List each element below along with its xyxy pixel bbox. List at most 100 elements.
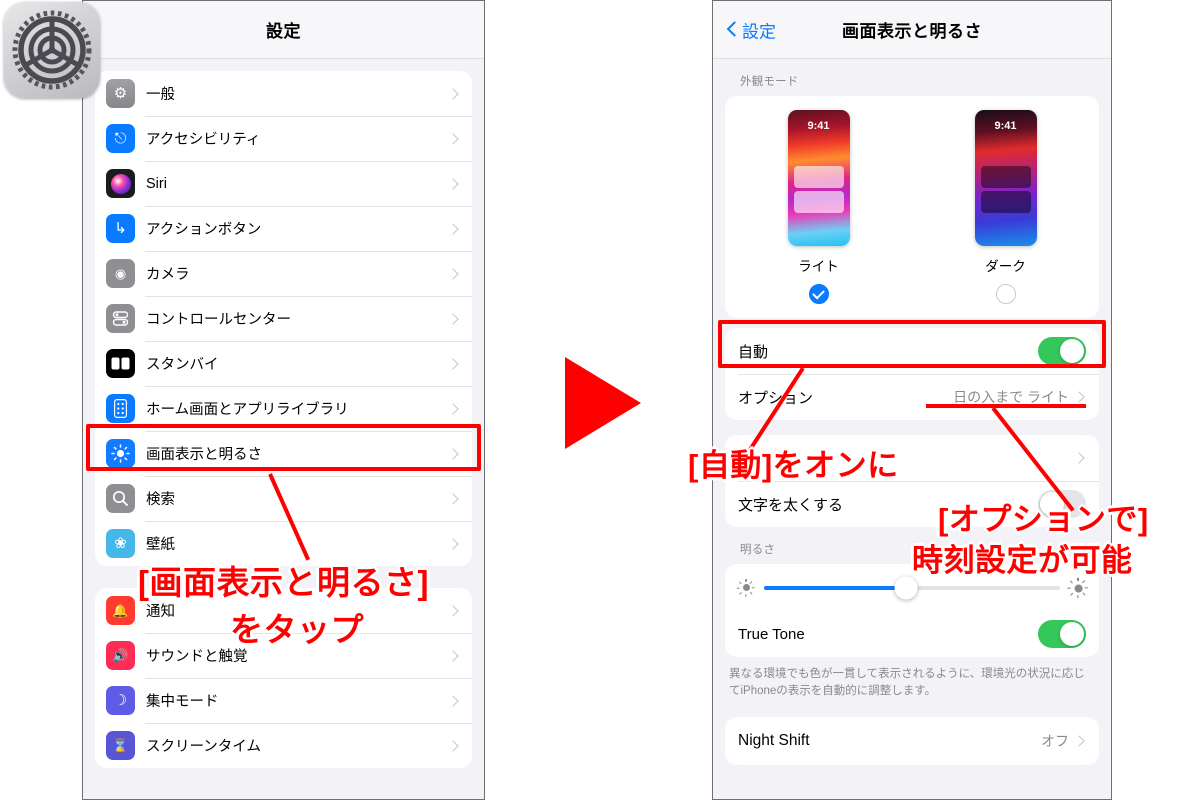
- sidebar-item-standby[interactable]: スタンバイ: [95, 341, 472, 386]
- search-icon: [106, 484, 135, 513]
- back-button-label: 設定: [742, 22, 776, 41]
- chevron-right-icon: [1073, 452, 1085, 464]
- dark-mode-radio[interactable]: [995, 284, 1016, 304]
- brightness-track[interactable]: [764, 576, 1060, 599]
- auto-row[interactable]: 自動: [725, 328, 1099, 374]
- chevron-right-icon: [447, 492, 459, 505]
- home-screen-icon: [106, 394, 135, 423]
- chevron-right-icon: [447, 267, 459, 280]
- options-value: 日の入まで ライト: [953, 389, 1069, 405]
- sidebar-item-focus[interactable]: ☽ 集中モード: [95, 678, 472, 723]
- dark-mode-label: ダーク: [985, 259, 1026, 274]
- chevron-left-icon: [727, 21, 737, 39]
- night-shift-value: オフ: [1041, 732, 1069, 749]
- chevron-right-icon: [447, 177, 459, 190]
- row-label: ホーム画面とアプリライブラリ: [146, 402, 349, 418]
- row-label: 一般: [146, 87, 175, 103]
- row-label: カメラ: [146, 267, 190, 283]
- siri-icon: [106, 169, 135, 198]
- row-label: 集中モード: [146, 694, 219, 710]
- row-label: 画面表示と明るさ: [146, 447, 262, 463]
- light-mode-preview: 9:41: [787, 110, 850, 246]
- sidebar-item-screen-time[interactable]: ⌛ スクリーンタイム: [95, 723, 472, 768]
- page-title: 画面表示と明るさ: [842, 22, 982, 41]
- sidebar-item-general[interactable]: ⚙ 一般: [95, 71, 472, 116]
- sounds-haptics-icon: 🔊: [106, 641, 135, 670]
- true-tone-label: True Tone: [738, 625, 805, 643]
- sidebar-item-action-button[interactable]: ↳ アクションボタン: [95, 206, 472, 251]
- chevron-right-icon: [447, 604, 459, 617]
- sidebar-item-control-center[interactable]: コントロールセンター: [95, 296, 472, 341]
- chevron-right-icon: [447, 537, 459, 550]
- chevron-right-icon: [447, 312, 459, 325]
- light-mode-label: ライト: [798, 259, 839, 274]
- row-label: アクションボタン: [146, 222, 262, 238]
- page-title: 設定: [266, 22, 301, 41]
- night-shift-card: Night Shift オフ: [725, 716, 1099, 765]
- chevron-right-icon: [1073, 734, 1085, 747]
- screen-time-icon: ⌛: [106, 731, 135, 760]
- chevron-right-icon: [447, 694, 459, 707]
- dark-mode-preview: 9:41: [974, 110, 1037, 246]
- row-label: スタンバイ: [146, 357, 219, 373]
- row-label: スクリーンタイム: [146, 739, 261, 755]
- sun-dim-icon: [737, 578, 756, 597]
- auto-options-card: 自動 オプション 日の入まで ライト: [725, 328, 1099, 420]
- annotation-options-line1: [オプションで]: [938, 502, 1149, 537]
- row-label: 検索: [146, 492, 175, 508]
- appearance-mode-card: 9:41 ライト 9:41 ダーク: [725, 96, 1099, 318]
- light-mode-radio[interactable]: [808, 284, 829, 304]
- row-label: アクセシビリティ: [146, 132, 261, 148]
- gear-icon: ⚙: [106, 79, 135, 108]
- display-brightness-icon: [106, 439, 135, 468]
- preview-time: 9:41: [994, 120, 1017, 132]
- night-shift-row[interactable]: Night Shift オフ: [725, 717, 1099, 765]
- appearance-mode-dark[interactable]: 9:41 ダーク: [974, 110, 1037, 304]
- annotation-auto-on: [自動]をオンに: [688, 448, 899, 483]
- chevron-right-icon: [447, 402, 459, 415]
- chevron-right-icon: [447, 87, 459, 100]
- annotation-tap-display-line1: [画面表示と明るさ]: [138, 564, 429, 601]
- sidebar-item-accessibility[interactable]: ⎋ アクセシビリティ: [95, 116, 472, 161]
- back-button[interactable]: 設定: [727, 17, 776, 42]
- display-brightness-screen: 設定 画面表示と明るさ 外観モード 9:41 ライト 9:41 ダーク 自動 オ…: [712, 0, 1112, 800]
- control-center-icon: [106, 304, 135, 333]
- auto-label: 自動: [738, 343, 769, 361]
- chevron-right-icon: [447, 132, 459, 145]
- row-label: コントロールセンター: [146, 312, 291, 328]
- sidebar-item-display-brightness[interactable]: 画面表示と明るさ: [95, 431, 472, 476]
- sun-bright-icon: [1067, 577, 1089, 598]
- true-tone-footnote: 異なる環境でも色が一貫して表示されるように、環境光の状況に応じてiPhoneの表…: [729, 668, 1085, 698]
- true-tone-toggle[interactable]: [1038, 620, 1086, 648]
- wallpaper-icon: ❀: [106, 529, 135, 558]
- accessibility-icon: ⎋: [106, 124, 135, 153]
- chevron-right-icon: [447, 447, 459, 460]
- row-label: 壁紙: [146, 537, 175, 553]
- appearance-mode-light[interactable]: 9:41 ライト: [787, 110, 850, 304]
- chevron-right-icon: [447, 739, 459, 752]
- options-label: オプション: [738, 389, 814, 407]
- sidebar-item-camera[interactable]: ◉ カメラ: [95, 251, 472, 296]
- brightness-fill: [764, 585, 907, 590]
- settings-app-icon: [4, 2, 100, 98]
- standby-icon: [106, 349, 135, 378]
- left-navbar: 設定: [83, 1, 484, 59]
- sidebar-item-home-screen[interactable]: ホーム画面とアプリライブラリ: [95, 386, 472, 431]
- sidebar-item-search[interactable]: 検索: [95, 476, 472, 521]
- settings-group-1: ⚙ 一般 ⎋ アクセシビリティ Siri ↳ アクションボタン ◉ カメラ コン…: [95, 71, 472, 566]
- auto-toggle[interactable]: [1038, 337, 1086, 365]
- options-row[interactable]: オプション 日の入まで ライト: [725, 374, 1099, 420]
- right-navbar: 設定 画面表示と明るさ: [713, 1, 1111, 59]
- notifications-icon: 🔔: [106, 596, 135, 625]
- true-tone-row[interactable]: True Tone: [725, 611, 1099, 657]
- appearance-section-header: 外観モード: [740, 76, 799, 88]
- night-shift-label: Night Shift: [738, 731, 810, 749]
- chevron-right-icon: [1073, 391, 1085, 403]
- row-label: Siri: [146, 175, 167, 192]
- action-button-icon: ↳: [106, 214, 135, 243]
- camera-icon: ◉: [106, 259, 135, 288]
- sidebar-item-siri[interactable]: Siri: [95, 161, 472, 206]
- chevron-right-icon: [447, 222, 459, 235]
- focus-mode-icon: ☽: [106, 686, 135, 715]
- annotation-tap-display-line2: をタップ: [230, 611, 364, 648]
